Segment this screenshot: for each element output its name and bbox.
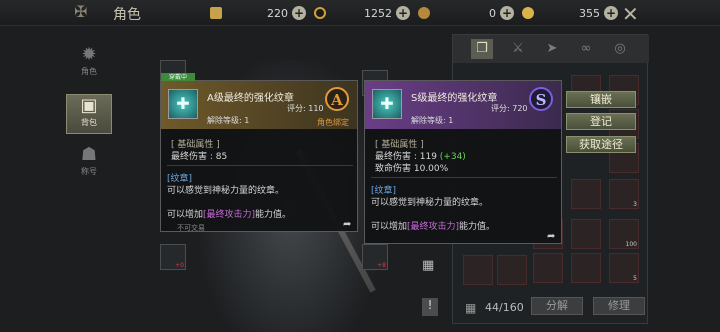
currency-ticket: 220 +	[210, 4, 306, 22]
add-ring-button[interactable]: +	[396, 6, 410, 20]
grid-view-icon[interactable]: ▦	[465, 301, 479, 315]
item-description: 可以感觉到神秘力量的纹章。	[167, 186, 285, 196]
grade-badge: S	[529, 87, 553, 111]
slot-value: +8	[377, 262, 386, 269]
gold-ring-icon	[314, 7, 326, 19]
inventory-cell[interactable]: 3	[609, 179, 639, 209]
inventory-cell[interactable]	[463, 255, 493, 285]
inventory-cell[interactable]	[571, 253, 601, 283]
equip-slot[interactable]: +8	[362, 244, 388, 270]
effect-highlight: [最终攻击力]	[407, 222, 460, 232]
sun-emblem-icon: ✹	[81, 44, 97, 65]
stat-final-damage: 最终伤害 : 85	[171, 152, 228, 162]
obtain-source-button[interactable]: 获取途径	[566, 136, 636, 153]
grade-badge: A	[325, 87, 349, 111]
add-bag-button[interactable]: +	[500, 6, 514, 20]
cell-count: 5	[633, 275, 637, 282]
tooltip-compare: ✚ S级最终的强化纹章 评分: 720 解除等级: 1 S [ 基础属性 ] 最…	[364, 80, 562, 244]
page-title: 角色	[113, 7, 141, 23]
inventory-cell[interactable]: 100	[609, 219, 639, 249]
nav-label: 称号	[81, 167, 97, 176]
item-score: 评分: 110	[287, 104, 324, 113]
alert-icon[interactable]: !	[422, 298, 438, 316]
currency-ring: 1252 +	[314, 4, 410, 22]
repair-button[interactable]: 修理	[593, 297, 645, 315]
item-description: 可以感觉到神秘力量的纹章。	[371, 198, 489, 208]
divider	[371, 177, 557, 178]
currency-value: 1252	[364, 6, 392, 20]
tooltip-equipped: 穿戴中 ✚ A级最终的强化纹章 评分: 110 解除等级: 1 A 角色绑定 […	[160, 73, 358, 232]
inlay-button[interactable]: 镶嵌	[566, 91, 636, 108]
emblem-gem-icon: ✚	[168, 89, 198, 119]
item-name: S级最终的强化纹章	[411, 93, 498, 104]
coin-bag-icon	[418, 7, 430, 19]
item-name: A级最终的强化纹章	[207, 93, 294, 104]
effect-text: 可以增加	[167, 210, 204, 220]
item-effect: 可以增加[最终攻击力]能力值。	[371, 219, 495, 232]
inventory-cell[interactable]	[571, 179, 601, 209]
add-coin-button[interactable]: +	[604, 6, 618, 20]
cube-icon[interactable]: ❒	[471, 39, 493, 59]
item-effect: 可以增加[最终攻击力]能力值。	[167, 207, 291, 220]
currency-coin: 355 +	[522, 4, 618, 22]
inventory-count: 44/160	[485, 301, 524, 314]
inventory-tabs: ❒ ⚔ ➤ ∞ ◎	[453, 35, 649, 63]
link-icon[interactable]: ∞	[575, 39, 597, 59]
flag-icon[interactable]: ➤	[541, 39, 563, 59]
item-level: 解除等级: 1	[207, 116, 250, 125]
currency-bag: 0 +	[418, 4, 514, 22]
effect-highlight: [最终攻击力]	[203, 210, 256, 220]
gold-coin-icon	[522, 7, 534, 19]
nav-label: 角色	[81, 67, 97, 76]
item-score: 评分: 720	[491, 104, 528, 113]
cell-count: 3	[633, 201, 637, 208]
emblem-icon: ✠	[74, 2, 88, 21]
inventory-cell[interactable]	[571, 219, 601, 249]
ticket-icon	[210, 7, 222, 19]
currency-value: 355	[579, 6, 600, 20]
inventory-cell[interactable]	[533, 253, 563, 283]
wardrobe-icon[interactable]: ▦	[422, 258, 438, 274]
nav-label: 背包	[81, 118, 97, 127]
nav-character[interactable]: ✹ 角色	[66, 44, 112, 84]
emblem-gem-icon: ✚	[372, 89, 402, 119]
cell-count: 100	[625, 241, 637, 248]
bound-status: 角色绑定	[317, 118, 349, 127]
item-level: 解除等级: 1	[411, 116, 454, 125]
tooltip-header: ✚ S级最终的强化纹章 评分: 720 解除等级: 1 S	[365, 81, 561, 129]
ring-icon[interactable]: ◎	[609, 39, 631, 59]
effect-text: 可以增加	[371, 222, 408, 232]
slot-value: +0	[175, 262, 184, 269]
register-button[interactable]: 登记	[566, 113, 636, 130]
share-icon[interactable]: ➦	[547, 231, 555, 242]
add-ticket-button[interactable]: +	[292, 6, 306, 20]
inventory-cell[interactable]	[497, 255, 527, 285]
nav-backpack[interactable]: ▣ 背包	[66, 94, 112, 134]
currency-value: 220	[267, 6, 288, 20]
equip-slot[interactable]: +0	[160, 244, 186, 270]
helmet-icon: ☗	[80, 144, 98, 165]
effect-text: 能力值。	[459, 222, 496, 232]
backpack-icon: ▣	[80, 95, 98, 116]
trade-status: 不可交易	[177, 224, 205, 232]
tooltip-header: ✚ A级最终的强化纹章 评分: 110 解除等级: 1 A 角色绑定	[161, 81, 357, 129]
currency-value: 0	[489, 6, 496, 20]
effect-text: 能力值。	[255, 210, 292, 220]
close-icon[interactable]: ✕	[622, 2, 639, 26]
nav-title[interactable]: ☗ 称号	[66, 144, 112, 184]
share-icon[interactable]: ➦	[343, 219, 351, 230]
top-bar: ✠ 角色 220 + 1252 + 0 + 355 + ✕	[0, 0, 720, 26]
sword-icon[interactable]: ⚔	[507, 39, 529, 59]
stat-crit-damage: 致命伤害 10.00%	[375, 164, 449, 174]
inventory-cell[interactable]: 5	[609, 253, 639, 283]
dismantle-button[interactable]: 分解	[531, 297, 583, 315]
divider	[167, 165, 353, 166]
